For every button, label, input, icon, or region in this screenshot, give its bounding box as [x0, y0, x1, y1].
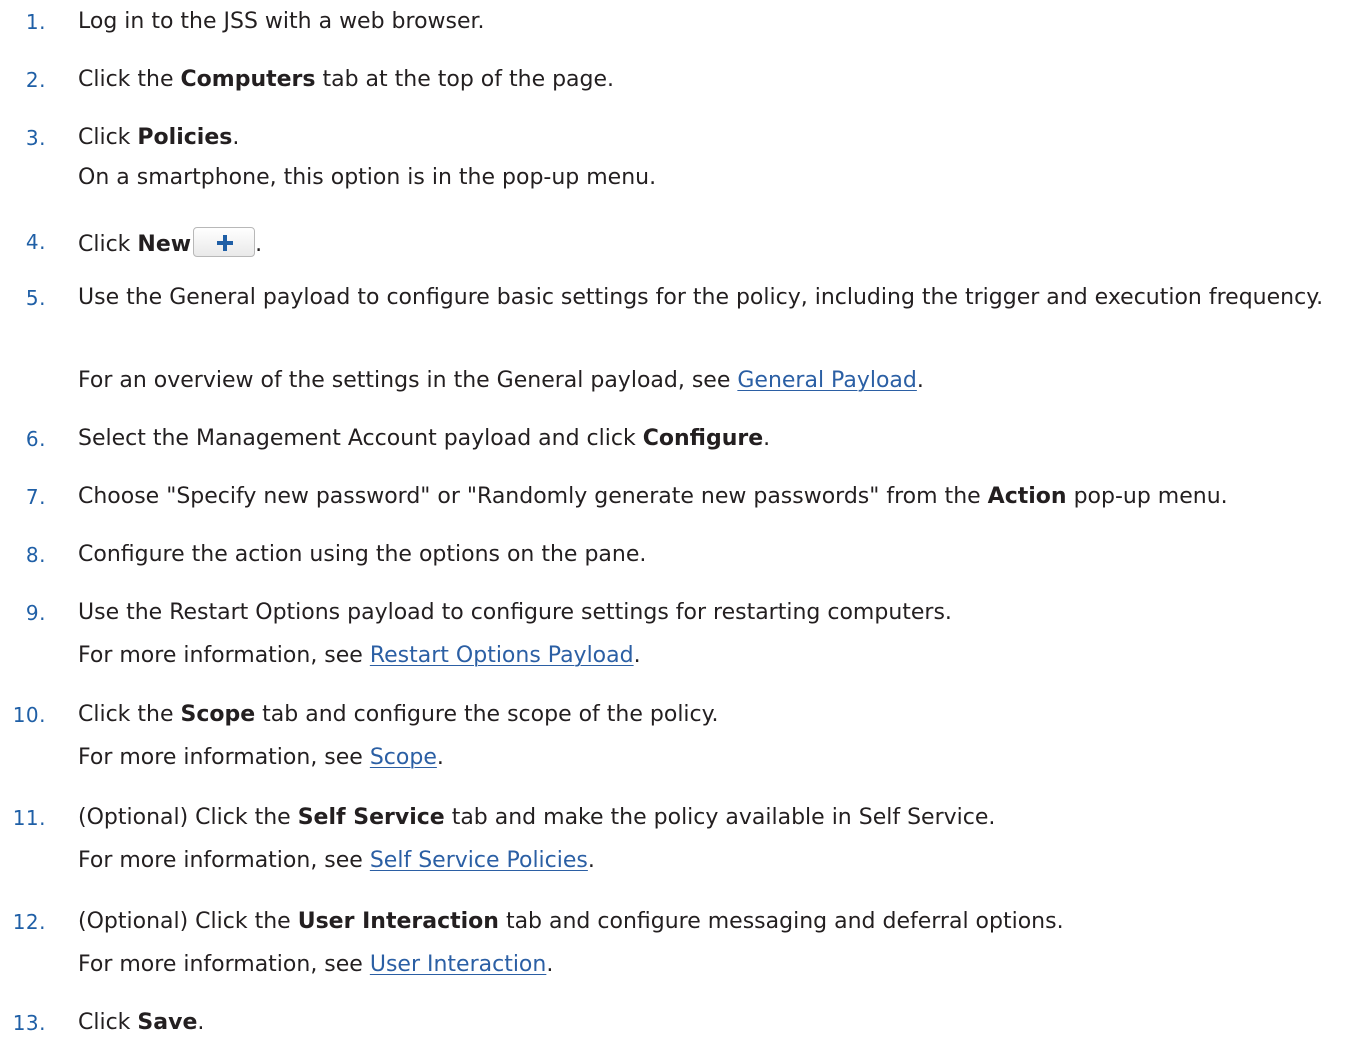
ui-term-configure: Configure: [642, 426, 764, 451]
step-text: Configure the action using the options o…: [78, 542, 647, 567]
step-number: 8.: [25, 543, 46, 567]
note-pre: For more information, see: [78, 643, 370, 668]
step-number: 9.: [25, 601, 46, 625]
step-number: 2.: [25, 68, 46, 92]
step-text-pre: Click the: [78, 67, 181, 92]
step-text: Choose "Specify new password" or "Random…: [78, 482, 1228, 512]
step-text-post: tab at the top of the page.: [315, 67, 615, 92]
step-text-pre: (Optional) Click the: [78, 805, 298, 830]
step-number: 6.: [25, 427, 46, 451]
step-number: 12.: [12, 910, 46, 934]
ui-term-computers: Computers: [180, 67, 316, 92]
step-note: For more information, see User Interacti…: [78, 950, 553, 980]
step-text: Use the Restart Options payload to confi…: [78, 600, 952, 625]
step-note: For an overview of the settings in the G…: [78, 366, 924, 396]
step-note: For more information, see Self Service P…: [78, 846, 595, 876]
step-text: Click the Computers tab at the top of th…: [78, 65, 614, 95]
ui-term-save: Save: [137, 1010, 198, 1035]
step-text-pre: Click the: [78, 702, 181, 727]
ui-term-new: New: [137, 232, 192, 257]
ui-term-action: Action: [987, 484, 1067, 509]
scope-link[interactable]: Scope: [370, 745, 437, 770]
step-number: 5.: [25, 286, 46, 310]
note-post: .: [436, 745, 444, 770]
note-pre: For more information, see: [78, 952, 370, 977]
step-number: 7.: [25, 485, 46, 509]
step-text-pre: (Optional) Click the: [78, 909, 298, 934]
step-text-post: .: [232, 125, 240, 150]
note-post: .: [546, 952, 554, 977]
step-number: 13.: [12, 1011, 46, 1035]
restart-options-payload-link[interactable]: Restart Options Payload: [370, 643, 634, 668]
step-text-pre: Click: [78, 125, 138, 150]
step-note: For more information, see Restart Option…: [78, 641, 641, 671]
step-text-post: .: [255, 232, 263, 257]
step-text: Click Policies.: [78, 123, 239, 153]
step-text-post: tab and configure the scope of the polic…: [255, 702, 719, 727]
note-post: .: [916, 368, 924, 393]
step-text-pre: Select the Management Account payload an…: [78, 426, 643, 451]
step-text: Click Save.: [78, 1008, 204, 1038]
step-text: (Optional) Click the Self Service tab an…: [78, 803, 995, 833]
note-post: .: [633, 643, 641, 668]
step-text-pre: Click: [78, 1010, 138, 1035]
step-text: Select the Management Account payload an…: [78, 424, 770, 454]
step-text-post: .: [763, 426, 771, 451]
self-service-policies-link[interactable]: Self Service Policies: [370, 848, 588, 873]
step-number: 11.: [12, 806, 46, 830]
step-text-post: .: [197, 1010, 205, 1035]
step-text-post: tab and configure messaging and deferral…: [498, 909, 1064, 934]
user-interaction-link[interactable]: User Interaction: [370, 952, 547, 977]
ui-term-scope: Scope: [180, 702, 256, 727]
ui-term-user-interaction: User Interaction: [297, 909, 499, 934]
note-pre: For more information, see: [78, 848, 370, 873]
note-pre: For more information, see: [78, 745, 370, 770]
ui-term-policies: Policies: [137, 125, 233, 150]
note-pre: For an overview of the settings in the G…: [78, 368, 738, 393]
step-text: (Optional) Click the User Interaction ta…: [78, 907, 1064, 937]
step-text: Click New.: [78, 227, 262, 260]
step-number: 3.: [25, 126, 46, 150]
step-text-post: pop-up menu.: [1066, 484, 1228, 509]
step-text-pre: Choose "Specify new password" or "Random…: [78, 484, 988, 509]
ui-term-self-service: Self Service: [297, 805, 445, 830]
step-text-pre: Click: [78, 232, 138, 257]
step-text-post: tab and make the policy available in Sel…: [444, 805, 996, 830]
new-button[interactable]: [193, 227, 256, 257]
step-number: 4.: [25, 230, 46, 254]
note-post: .: [587, 848, 595, 873]
step-note: On a smartphone, this option is in the p…: [78, 165, 657, 190]
step-number: 10.: [12, 703, 46, 727]
general-payload-link[interactable]: General Payload: [737, 368, 917, 393]
plus-icon: [217, 235, 234, 251]
step-number: 1.: [25, 10, 46, 34]
step-text: Use the General payload to configure bas…: [78, 285, 1324, 310]
step-note: For more information, see Scope.: [78, 743, 444, 773]
step-text: Click the Scope tab and configure the sc…: [78, 700, 719, 730]
step-text: Log in to the JSS with a web browser.: [78, 9, 485, 34]
